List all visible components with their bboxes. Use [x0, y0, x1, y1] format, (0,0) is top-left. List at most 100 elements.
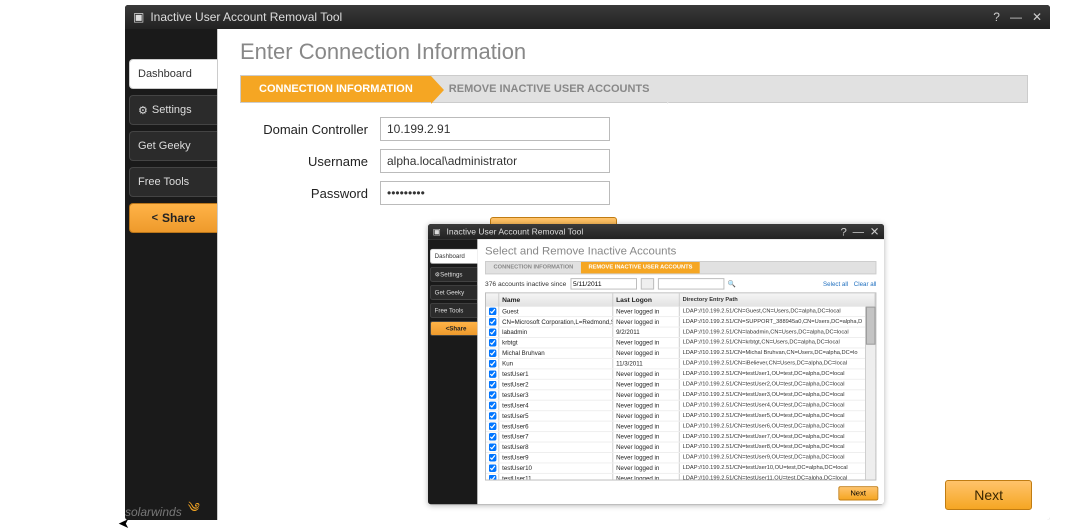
table-row[interactable]: testUser4Never logged inLDAP://10.199.2.… [486, 401, 875, 411]
row-path: LDAP://10.199.2.51/CN=testUser4,OU=test,… [680, 401, 876, 411]
inner-date-input[interactable] [570, 278, 637, 289]
table-row[interactable]: testUser8Never logged inLDAP://10.199.2.… [486, 443, 875, 453]
row-path: LDAP://10.199.2.51/CN=testUser8,OU=test,… [680, 443, 876, 453]
inner-filter-label: 376 accounts inactive since [485, 281, 566, 288]
row-checkbox[interactable] [488, 318, 496, 326]
table-row[interactable]: testUser2Never logged inLDAP://10.199.2.… [486, 380, 875, 390]
row-checkbox[interactable] [488, 475, 496, 481]
inner-sidebar-settings[interactable]: ⚙Settings [430, 267, 478, 282]
row-checkbox[interactable] [488, 329, 496, 337]
table-row[interactable]: testUser5Never logged inLDAP://10.199.2.… [486, 411, 875, 421]
row-checkbox[interactable] [488, 464, 496, 472]
inner-th-name[interactable]: Name [499, 293, 613, 306]
row-checkbox[interactable] [488, 370, 496, 378]
inner-sidebar-dashboard[interactable]: Dashboard [430, 249, 478, 264]
row-last-logon: Never logged in [613, 369, 680, 379]
sidebar-item-share[interactable]: < Share [129, 203, 217, 233]
row-path: LDAP://10.199.2.51/CN=testUser3,OU=test,… [680, 390, 876, 400]
row-path: LDAP://10.199.2.51/CN=testUser2,OU=test,… [680, 380, 876, 390]
sidebar-item-label: Free Tools [138, 176, 189, 188]
row-last-logon: Never logged in [613, 443, 680, 453]
sidebar-item-free-tools[interactable]: Free Tools [129, 167, 217, 197]
table-row[interactable]: testUser11Never logged inLDAP://10.199.2… [486, 474, 875, 481]
inner-clear-all-link[interactable]: Clear all [854, 281, 877, 288]
row-checkbox[interactable] [488, 443, 496, 451]
inner-crumb-remove[interactable]: REMOVE INACTIVE USER ACCOUNTS [581, 262, 700, 273]
inner-breadcrumb: CONNECTION INFORMATION REMOVE INACTIVE U… [485, 261, 876, 274]
row-checkbox[interactable] [488, 423, 496, 431]
row-checkbox[interactable] [488, 391, 496, 399]
inner-th-last-logon[interactable]: Last Logon [613, 293, 680, 306]
inner-sidebar-free-tools[interactable]: Free Tools [430, 303, 478, 318]
row-checkbox[interactable] [488, 412, 496, 420]
row-name: Guest [499, 307, 613, 317]
inner-titlebar[interactable]: ▣ Inactive User Account Removal Tool ? —… [428, 224, 884, 239]
domain-controller-label: Domain Controller [240, 122, 380, 137]
row-checkbox[interactable] [488, 381, 496, 389]
row-path: LDAP://10.199.2.51/CN=testUser11,OU=test… [680, 474, 876, 481]
inner-help-icon[interactable]: ? [841, 225, 847, 238]
search-icon[interactable]: 🔍 [728, 280, 736, 288]
row-path: LDAP://10.199.2.51/CN=testUser1,OU=test,… [680, 369, 876, 379]
row-path: LDAP://10.199.2.51/CN=krbtgt,CN=Users,DC… [680, 338, 876, 348]
row-checkbox[interactable] [488, 454, 496, 462]
table-row[interactable]: krbtgtNever logged inLDAP://10.199.2.51/… [486, 338, 875, 348]
inner-select-all-link[interactable]: Select all [823, 281, 848, 288]
next-button[interactable]: Next [945, 480, 1032, 510]
titlebar[interactable]: ▣ Inactive User Account Removal Tool ? —… [125, 5, 1050, 29]
inner-sidebar: Dashboard ⚙Settings Get Geeky Free Tools… [428, 239, 477, 504]
password-label: Password [240, 186, 380, 201]
table-row[interactable]: testUser1Never logged inLDAP://10.199.2.… [486, 369, 875, 379]
table-row[interactable]: testUser3Never logged inLDAP://10.199.2.… [486, 390, 875, 400]
breadcrumb-step-remove[interactable]: REMOVE INACTIVE USER ACCOUNTS [431, 76, 668, 102]
gear-icon: ⚙ [138, 104, 148, 117]
help-icon[interactable]: ? [993, 10, 1000, 24]
password-input[interactable] [380, 181, 610, 205]
inner-th-checkbox[interactable] [486, 293, 499, 306]
table-row[interactable]: testUser10Never logged inLDAP://10.199.2… [486, 463, 875, 473]
username-input[interactable] [380, 149, 610, 173]
inner-search-input[interactable] [658, 278, 725, 289]
inner-date-dropdown-icon[interactable] [640, 278, 653, 289]
row-last-logon: Never logged in [613, 380, 680, 390]
main-panel: Enter Connection Information CONNECTION … [217, 29, 1050, 520]
inner-scroll-thumb[interactable] [866, 307, 876, 345]
row-checkbox[interactable] [488, 360, 496, 368]
row-name: Kun [499, 359, 613, 369]
table-row[interactable]: GuestNever logged inLDAP://10.199.2.51/C… [486, 307, 875, 317]
table-row[interactable]: testUser6Never logged inLDAP://10.199.2.… [486, 422, 875, 432]
inner-sidebar-get-geeky[interactable]: Get Geeky [430, 285, 478, 300]
sidebar-item-settings[interactable]: ⚙ Settings [129, 95, 217, 125]
table-row[interactable]: CN=Microsoft Corporation,L=Redmond,S=WNe… [486, 317, 875, 327]
close-icon[interactable]: ✕ [1032, 10, 1042, 24]
minimize-icon[interactable]: — [1010, 10, 1022, 24]
inner-next-button[interactable]: Next [838, 486, 878, 500]
row-checkbox[interactable] [488, 339, 496, 347]
breadcrumb: CONNECTION INFORMATION REMOVE INACTIVE U… [240, 75, 1028, 103]
inner-page-title: Select and Remove Inactive Accounts [485, 244, 876, 257]
row-checkbox[interactable] [488, 349, 496, 357]
inner-scrollbar[interactable] [865, 307, 875, 480]
table-row[interactable]: testUser7Never logged inLDAP://10.199.2.… [486, 432, 875, 442]
row-name: testUser11 [499, 474, 613, 481]
inner-close-icon[interactable]: ✕ [870, 225, 880, 238]
sidebar-item-get-geeky[interactable]: Get Geeky [129, 131, 217, 161]
inner-sidebar-label: Settings [440, 271, 462, 278]
domain-controller-input[interactable] [380, 117, 610, 141]
row-checkbox[interactable] [488, 402, 496, 410]
inner-sidebar-share[interactable]: <Share [430, 321, 478, 336]
inner-crumb-connection[interactable]: CONNECTION INFORMATION [486, 262, 581, 273]
table-row[interactable]: Kun11/3/2011LDAP://10.199.2.51/CN=iBelie… [486, 359, 875, 369]
table-row[interactable]: Michal BruhvanNever logged inLDAP://10.1… [486, 348, 875, 358]
inner-minimize-icon[interactable]: — [853, 225, 864, 238]
sidebar-item-dashboard[interactable]: Dashboard [129, 59, 217, 89]
row-last-logon: Never logged in [613, 317, 680, 327]
row-checkbox[interactable] [488, 433, 496, 441]
table-row[interactable]: testUser9Never logged inLDAP://10.199.2.… [486, 453, 875, 463]
breadcrumb-step-connection[interactable]: CONNECTION INFORMATION [241, 76, 431, 102]
row-name: Michal Bruhvan [499, 348, 613, 358]
inner-th-path[interactable]: Directory Entry Path [680, 293, 876, 306]
table-row[interactable]: labadmin9/2/2011LDAP://10.199.2.51/CN=la… [486, 328, 875, 338]
row-checkbox[interactable] [488, 308, 496, 316]
row-last-logon: Never logged in [613, 453, 680, 463]
